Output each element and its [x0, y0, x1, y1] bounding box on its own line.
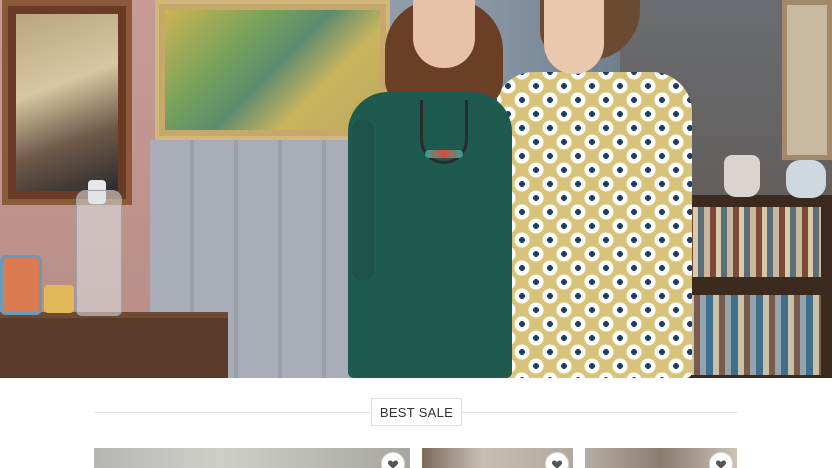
vase: [724, 155, 760, 197]
wishlist-button[interactable]: [381, 452, 405, 468]
glass-bottle: [76, 190, 122, 316]
hero-banner[interactable]: [0, 0, 832, 378]
divider-left: [94, 412, 370, 413]
product-card[interactable]: [585, 448, 737, 468]
section-title: BEST SALE: [371, 398, 462, 426]
wishlist-button[interactable]: [545, 452, 569, 468]
heart-icon: [388, 460, 398, 468]
model-face: [544, 0, 604, 74]
divider-right: [462, 412, 738, 413]
product-card[interactable]: [422, 448, 573, 468]
floral-dress-model: [494, 72, 692, 378]
model-arm: [352, 120, 374, 280]
teapot: [786, 160, 826, 198]
heart-icon: [716, 460, 726, 468]
heart-icon: [552, 460, 562, 468]
bookshelf: [675, 195, 832, 378]
picture-frame: [782, 0, 832, 160]
decorative-plate: [0, 255, 42, 315]
necklace-beads: [425, 150, 463, 158]
product-card[interactable]: [94, 448, 410, 468]
model-face: [413, 0, 475, 68]
sideboard: [0, 312, 228, 378]
jar: [44, 285, 74, 313]
wishlist-button[interactable]: [709, 452, 733, 468]
portrait-painting: [2, 0, 132, 205]
